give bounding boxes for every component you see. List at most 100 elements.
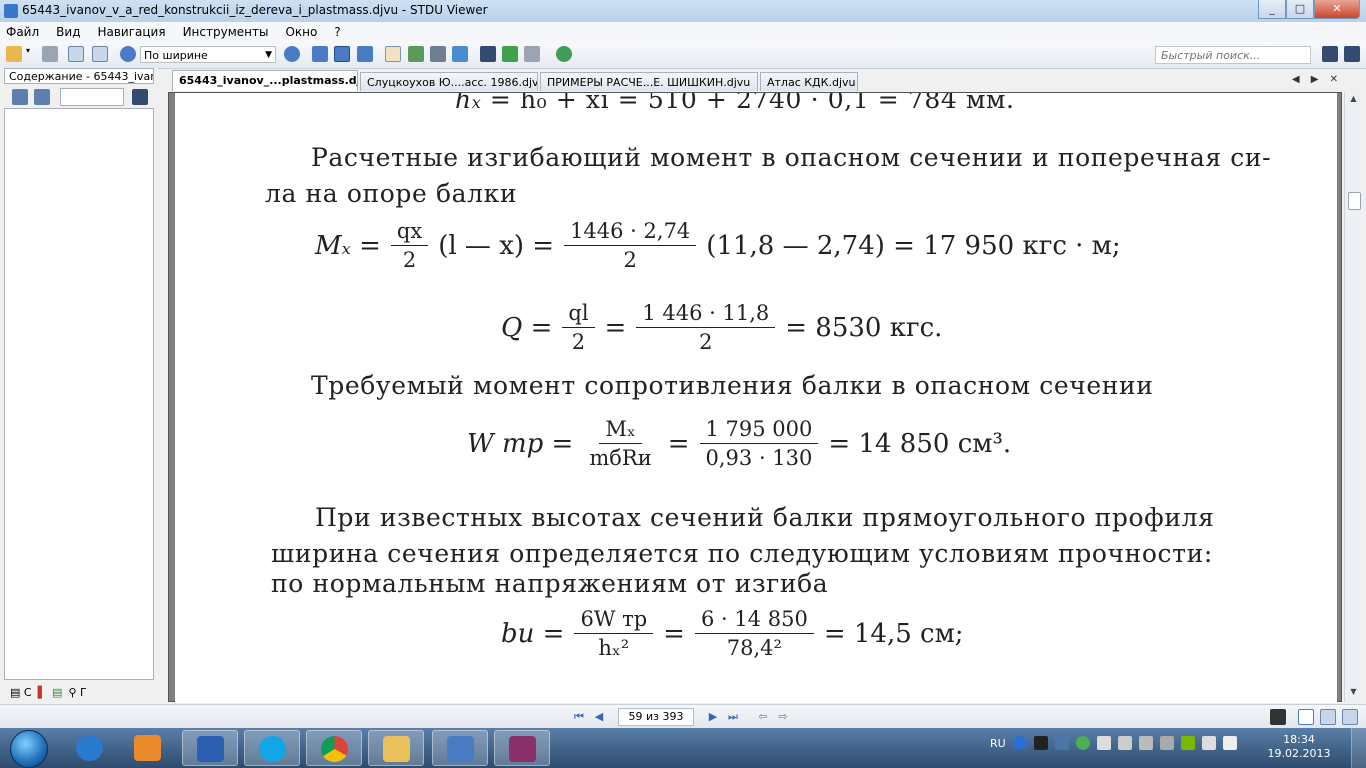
menu-navigation[interactable]: Навигация — [97, 25, 165, 39]
taskbar-stdu[interactable] — [432, 730, 488, 766]
tab-primery[interactable]: ПРИМЕРЫ РАСЧЕ...Е. ШИШКИН.djvu — [540, 72, 758, 91]
taskbar-winrar[interactable] — [494, 730, 550, 766]
close-button[interactable]: ✕ — [1314, 0, 1360, 19]
back-icon[interactable]: ⇦ — [756, 710, 770, 724]
find-icon[interactable] — [480, 46, 496, 62]
language-indicator[interactable]: RU — [990, 737, 1006, 750]
menu-tools[interactable]: Инструменты — [183, 25, 269, 39]
menu-help[interactable]: ? — [334, 25, 340, 39]
fit-page-icon[interactable] — [312, 46, 328, 62]
vertical-scrollbar[interactable]: ▲ ▼ — [1344, 92, 1363, 702]
taskbar-media[interactable] — [120, 730, 176, 766]
tab-navigation[interactable]: ◀ ▶ ✕ — [1292, 74, 1342, 85]
word-icon — [197, 736, 224, 762]
fit-height-icon[interactable] — [357, 46, 373, 62]
last-page-icon[interactable]: ⏭ — [726, 710, 740, 724]
taskbar-skype[interactable] — [244, 730, 300, 766]
help-icon[interactable] — [1012, 736, 1027, 750]
volume-icon[interactable] — [1222, 736, 1237, 750]
search-tab[interactable]: ⚲ Г — [68, 686, 86, 699]
status-bar: ⏮ ◀ 59 из 393 ▶ ⏭ ⇦ ⇨ — [0, 704, 1366, 729]
eq3-mid: = — [667, 428, 690, 459]
page-view-icon[interactable] — [68, 46, 84, 62]
sidebar-tool-icon[interactable] — [12, 89, 28, 105]
taskbar-chrome[interactable] — [306, 730, 362, 766]
fit-width-icon[interactable] — [334, 46, 350, 62]
clock[interactable]: 18:34 19.02.2013 — [1266, 733, 1332, 761]
search-icon[interactable] — [1322, 46, 1338, 62]
document-viewer[interactable]: hx = h₀ + xi = 510 + 2740 · 0,1 = 784 мм… — [168, 92, 1342, 703]
menu-view[interactable]: Вид — [56, 25, 80, 39]
paragraph-1-line-1: Расчетные изгибающий момент в опасном се… — [311, 143, 1272, 172]
continuous-icon[interactable] — [1342, 709, 1358, 725]
sync-tray-icon[interactable] — [1096, 736, 1111, 750]
forward-icon[interactable]: ⇨ — [776, 710, 790, 724]
zoom-out-icon[interactable] — [120, 46, 136, 62]
menu-file[interactable]: Файл — [6, 25, 39, 39]
zoom-value: По ширине — [144, 49, 208, 62]
device-icon[interactable] — [1138, 736, 1153, 750]
sidebar-tool2-icon[interactable] — [34, 89, 50, 105]
eq3-frac1: Mₓ mбRи — [583, 417, 657, 470]
next-page-icon[interactable]: ▶ — [706, 710, 720, 724]
taskbar-explorer[interactable] — [368, 730, 424, 766]
search-input[interactable] — [1155, 46, 1311, 64]
sidebar-search-input[interactable] — [60, 88, 124, 106]
bookmarks-tab[interactable]: ▤ С — [10, 686, 32, 699]
first-page-icon[interactable]: ⏮ — [572, 710, 586, 724]
scroll-up-icon[interactable]: ▲ — [1347, 94, 1360, 107]
eq2-lhs: Q = — [501, 312, 553, 343]
show-desktop-button[interactable] — [1351, 728, 1366, 768]
hand-tool-icon[interactable] — [385, 46, 401, 62]
marks-tab-icon[interactable]: ▌ — [38, 686, 46, 699]
display-icon[interactable] — [1117, 736, 1132, 750]
sidebar-bottom-tabs: ▤ С ▌ ▤ ⚲ Г — [4, 682, 160, 702]
magnifier-icon[interactable] — [452, 46, 468, 62]
tab-slutskoukhov[interactable]: Слуцкоухов Ю....асс. 1986.djvu — [360, 72, 538, 91]
vk-icon[interactable] — [1054, 736, 1069, 750]
open-folder-icon[interactable] — [6, 46, 22, 62]
facing-pages-icon[interactable] — [1320, 709, 1336, 725]
agent-icon[interactable] — [1075, 736, 1090, 750]
open-dropdown-icon[interactable]: ▾ — [26, 46, 34, 62]
eq3-frac1-num: Mₓ — [599, 417, 642, 444]
tray-arrow-icon[interactable] — [1033, 736, 1048, 750]
contents-tree[interactable] — [4, 108, 154, 680]
chrome-icon — [321, 736, 348, 762]
thumbnails-tab-icon[interactable]: ▤ — [52, 686, 62, 699]
eq2-frac2-num: 1 446 · 11,8 — [636, 301, 776, 328]
maximize-button[interactable]: □ — [1286, 0, 1314, 19]
two-page-icon[interactable] — [92, 46, 108, 62]
minimize-button[interactable]: _ — [1258, 0, 1286, 19]
sidebar-tab-contents[interactable]: Содержание - 65443_ivanov — [4, 68, 154, 84]
print-icon[interactable] — [42, 46, 58, 62]
zoom-in-icon[interactable] — [284, 46, 300, 62]
scroll-down-icon[interactable]: ▼ — [1347, 687, 1360, 700]
chevron-down-icon: ▼ — [265, 50, 272, 60]
eq3-frac2-den: 0,93 · 130 — [705, 446, 813, 470]
settings-icon[interactable] — [1270, 709, 1286, 725]
scroll-thumb[interactable] — [1348, 192, 1361, 210]
tab-atlas[interactable]: Атлас КДК.djvu — [760, 72, 858, 91]
search-options-icon[interactable] — [1344, 46, 1360, 62]
tab-ivanov[interactable]: 65443_ivanov_...plastmass.djvu — [172, 70, 358, 91]
sidebar-find-icon[interactable] — [132, 89, 148, 105]
network-icon[interactable] — [1201, 736, 1216, 750]
select-image-icon[interactable] — [408, 46, 424, 62]
eq1-frac1-den: 2 — [402, 248, 417, 272]
taskbar-ie[interactable] — [62, 730, 118, 766]
windows-logo-icon — [10, 730, 48, 768]
page-number-input[interactable]: 59 из 393 — [618, 708, 694, 726]
sync-icon[interactable] — [502, 46, 518, 62]
menu-window[interactable]: Окно — [285, 25, 317, 39]
start-button[interactable] — [2, 729, 56, 768]
taskbar-word[interactable] — [182, 730, 238, 766]
zoom-select[interactable]: По ширине ▼ — [140, 46, 276, 63]
nvidia-icon[interactable] — [1180, 736, 1195, 750]
printer-icon[interactable] — [1159, 736, 1174, 750]
prev-page-icon[interactable]: ◀ — [592, 710, 606, 724]
single-page-icon[interactable] — [1298, 709, 1314, 725]
web-icon[interactable] — [556, 46, 572, 62]
select-text-icon[interactable] — [430, 46, 446, 62]
copy-icon[interactable] — [524, 46, 540, 62]
